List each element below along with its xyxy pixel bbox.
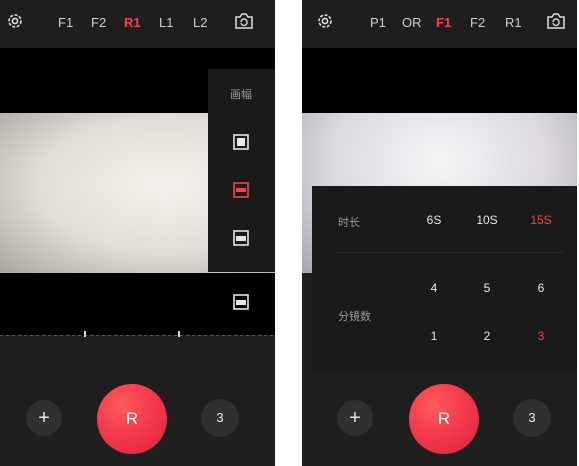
frame-ratio-panel: 画幅 bbox=[208, 69, 275, 272]
tab-or[interactable]: OR bbox=[402, 13, 422, 33]
cinema-frame-icon[interactable] bbox=[233, 230, 249, 251]
top-bar: P1 OR F1 F2 R1 bbox=[302, 0, 577, 48]
shot-option-1[interactable]: 1 bbox=[419, 329, 449, 343]
add-shot-button[interactable]: + bbox=[337, 400, 373, 436]
duration-option-10s[interactable]: 10S bbox=[472, 213, 502, 227]
tab-l1[interactable]: L1 bbox=[159, 13, 173, 33]
gear-icon[interactable] bbox=[6, 12, 24, 35]
gear-icon[interactable] bbox=[316, 12, 334, 35]
shot-option-6[interactable]: 6 bbox=[526, 281, 556, 295]
add-shot-button[interactable]: + bbox=[26, 400, 62, 436]
right-phone-screen: P1 OR F1 F2 R1 时长 6S 10S 15S 分镜数 4 5 6 1… bbox=[302, 0, 577, 466]
duration-option-6s[interactable]: 6S bbox=[419, 213, 449, 227]
frame-panel-title: 画幅 bbox=[230, 89, 252, 101]
cinema-frame-icon[interactable] bbox=[233, 294, 249, 315]
shot-option-2[interactable]: 2 bbox=[472, 329, 502, 343]
camera-switch-icon[interactable] bbox=[234, 12, 254, 35]
left-phone-screen: F1 F2 R1 L1 L2 画幅 + R 3 bbox=[0, 0, 275, 466]
tab-f1[interactable]: F1 bbox=[436, 13, 451, 33]
timeline-marker bbox=[178, 331, 180, 337]
shot-option-3[interactable]: 3 bbox=[526, 329, 556, 343]
duration-option-15s[interactable]: 15S bbox=[526, 213, 556, 227]
tab-r1[interactable]: R1 bbox=[505, 13, 522, 33]
tab-f1[interactable]: F1 bbox=[58, 13, 73, 33]
shot-count-button[interactable]: 3 bbox=[513, 399, 551, 437]
top-bar: F1 F2 R1 L1 L2 bbox=[0, 0, 275, 48]
letterbox-top bbox=[302, 48, 577, 113]
panel-divider bbox=[338, 252, 563, 253]
tab-p1[interactable]: P1 bbox=[370, 13, 386, 33]
shot-option-4[interactable]: 4 bbox=[419, 281, 449, 295]
duration-label: 时长 bbox=[338, 217, 360, 229]
wide-frame-icon[interactable] bbox=[233, 182, 249, 203]
shot-option-5[interactable]: 5 bbox=[472, 281, 502, 295]
tab-r1[interactable]: R1 bbox=[124, 13, 141, 33]
record-button[interactable]: R bbox=[409, 384, 479, 454]
timeline-marker bbox=[84, 331, 86, 337]
record-button[interactable]: R bbox=[97, 384, 167, 454]
timeline-track[interactable] bbox=[0, 335, 275, 336]
shot-count-button[interactable]: 3 bbox=[201, 399, 239, 437]
tab-f2[interactable]: F2 bbox=[470, 13, 485, 33]
tab-f2[interactable]: F2 bbox=[91, 13, 106, 33]
square-frame-icon[interactable] bbox=[233, 134, 249, 155]
duration-panel: 时长 6S 10S 15S 分镜数 4 5 6 1 2 3 bbox=[312, 186, 577, 372]
camera-switch-icon[interactable] bbox=[546, 12, 566, 35]
tab-l2[interactable]: L2 bbox=[193, 13, 207, 33]
shots-label: 分镜数 bbox=[338, 311, 371, 323]
